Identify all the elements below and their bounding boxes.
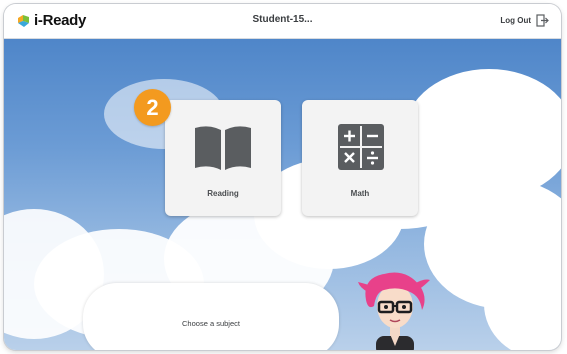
cloud (404, 69, 561, 199)
subject-card-math[interactable]: Math (302, 100, 418, 216)
open-book-icon (195, 126, 251, 170)
student-name: Student-15... (252, 14, 313, 25)
speech-bubble: Choose a subject (83, 283, 339, 350)
step-number-badge: 2 (134, 89, 171, 126)
calculator-icon (338, 124, 384, 170)
subject-label: Math (350, 189, 370, 198)
app-window: i-Ready Student-15... Log Out Reading Ma… (4, 4, 561, 350)
subject-label: Reading (207, 189, 239, 198)
logout-icon (536, 14, 549, 27)
top-bar: i-Ready Student-15... Log Out (4, 4, 561, 39)
subject-card-reading[interactable]: Reading (165, 100, 281, 216)
prompt-text: Choose a subject (182, 319, 240, 328)
logout-button[interactable]: Log Out (500, 14, 549, 27)
logout-label: Log Out (500, 16, 531, 25)
guide-character-avatar (358, 272, 430, 350)
